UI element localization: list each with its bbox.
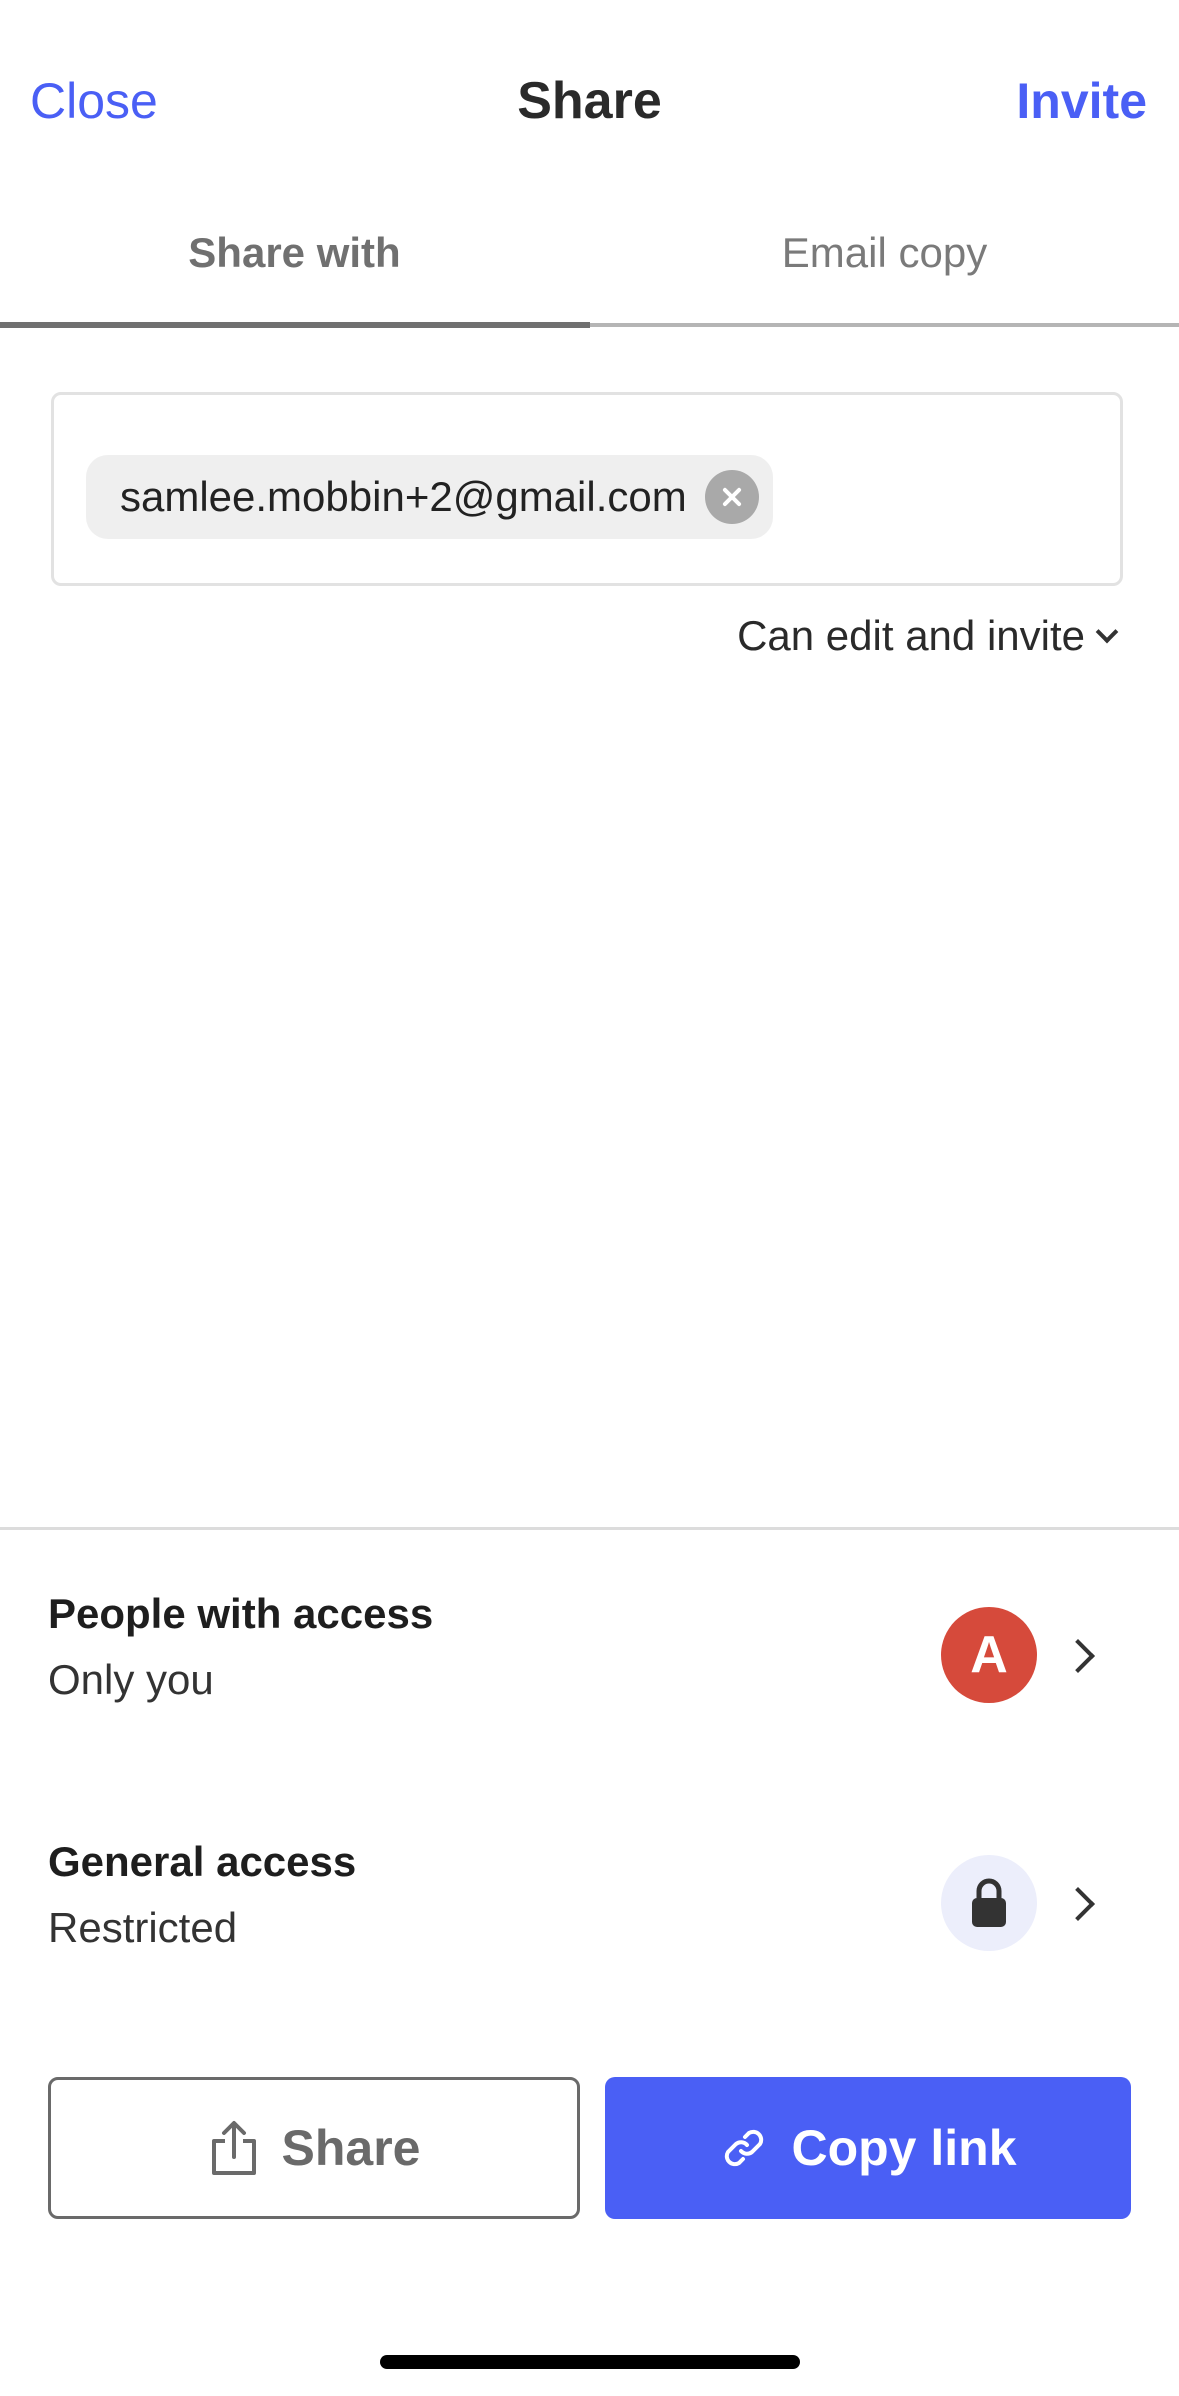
recipient-input[interactable]: samlee.mobbin+2@gmail.com (51, 392, 1123, 586)
people-with-access-row[interactable]: People with access Only you A (0, 1580, 1179, 1740)
general-access-subtitle: Restricted (48, 1904, 238, 1951)
general-access-row[interactable]: General access Restricted (0, 1828, 1179, 1988)
recipient-chip[interactable]: samlee.mobbin+2@gmail.com (86, 455, 773, 539)
copy-link-button[interactable]: Copy link (605, 2077, 1131, 2219)
tab-share-with[interactable]: Share with (0, 200, 589, 324)
permission-dropdown[interactable]: Can edit and invite (737, 612, 1119, 660)
inactive-tab-indicator (590, 323, 1179, 327)
link-icon (725, 2129, 764, 2167)
chevron-right-icon (1061, 1887, 1095, 1921)
active-tab-indicator (0, 322, 590, 328)
home-indicator (380, 2355, 800, 2369)
copy-link-button-label: Copy link (791, 2120, 1017, 2176)
share-button[interactable]: Share (48, 2077, 580, 2219)
divider (0, 1527, 1179, 1530)
recipient-email: samlee.mobbin+2@gmail.com (120, 473, 687, 520)
lock-icon (941, 1855, 1037, 1951)
chevron-down-icon (1095, 620, 1119, 644)
chevron-right-icon (1061, 1639, 1095, 1673)
permission-label: Can edit and invite (737, 612, 1085, 659)
share-button-label: Share (281, 2120, 421, 2176)
remove-recipient-icon[interactable] (704, 470, 759, 524)
invite-button[interactable]: Invite (1016, 66, 1147, 136)
tab-email-copy[interactable]: Email copy (590, 200, 1179, 324)
people-with-access-subtitle: Only you (48, 1656, 214, 1703)
share-icon (211, 2121, 256, 2175)
page-title: Share (517, 72, 662, 130)
people-with-access-title: People with access (48, 1590, 434, 1637)
avatar: A (941, 1607, 1037, 1703)
header: Close Share Invite (0, 0, 1179, 200)
tab-bar: Share with Email copy (0, 200, 1179, 328)
general-access-title: General access (48, 1838, 357, 1885)
